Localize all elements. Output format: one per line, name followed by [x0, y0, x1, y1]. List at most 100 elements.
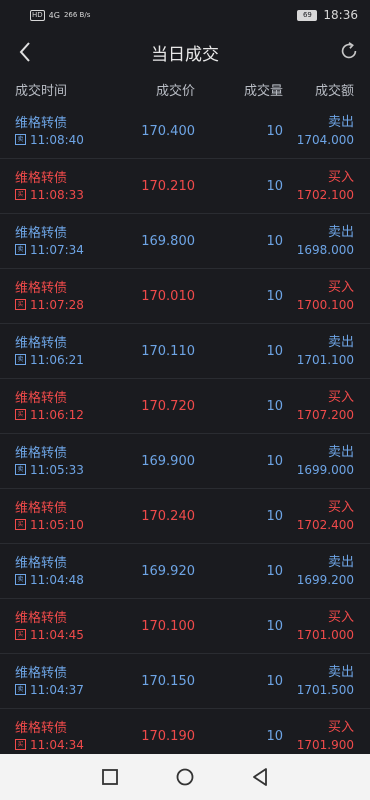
- page-title: 当日成交: [151, 44, 219, 65]
- back-icon[interactable]: [14, 40, 38, 64]
- row-amount-cell: 卖出 1704.000: [283, 114, 354, 148]
- table-row[interactable]: 维格转债 卖 11:04:37 170.150 10 卖出 1701.500: [0, 654, 370, 709]
- time-line: 买 11:05:10: [15, 517, 120, 533]
- security-name: 维格转债: [15, 225, 68, 241]
- table-row[interactable]: 维格转债 卖 11:07:34 169.800 10 卖出 1698.000: [0, 214, 370, 269]
- table-row[interactable]: 维格转债 卖 11:08:40 170.400 10 卖出 1704.000: [0, 104, 370, 159]
- status-bar: HD 4G 266 B/s 69 18:36: [0, 0, 370, 30]
- trade-amount: 1701.900: [296, 738, 354, 752]
- trade-type-icon: 卖: [15, 574, 26, 585]
- trade-price: 170.010: [141, 288, 195, 304]
- time-line: 卖 11:04:37: [15, 682, 120, 698]
- trade-price: 169.800: [141, 233, 195, 249]
- trade-price: 169.900: [141, 453, 195, 469]
- row-time-cell: 维格转债 买 11:05:10: [15, 500, 120, 533]
- security-name: 维格转债: [15, 500, 68, 516]
- row-time-cell: 维格转债 买 11:08:33: [15, 170, 120, 203]
- trade-time: 11:06:12: [30, 407, 84, 422]
- time-line: 买 11:04:34: [15, 737, 120, 753]
- row-amount-cell: 卖出 1701.500: [283, 664, 354, 698]
- trade-side: 卖出: [327, 665, 354, 680]
- trade-side: 买入: [327, 610, 354, 625]
- time-line: 卖 11:08:40: [15, 132, 120, 148]
- trade-amount: 1704.000: [296, 133, 354, 147]
- trade-amount: 1701.000: [296, 628, 354, 642]
- trade-price: 170.110: [141, 343, 195, 359]
- trade-time: 11:08:33: [30, 187, 84, 202]
- recent-apps-icon[interactable]: [102, 769, 118, 785]
- trade-side: 买入: [327, 720, 354, 735]
- trade-time: 11:08:40: [30, 132, 84, 147]
- table-row[interactable]: 维格转债 买 11:07:28 170.010 10 买入 1700.100: [0, 269, 370, 324]
- security-name: 维格转债: [15, 665, 68, 681]
- trade-side: 买入: [327, 280, 354, 295]
- row-amount-cell: 卖出 1699.200: [283, 554, 354, 588]
- battery-icon: 69: [297, 9, 318, 21]
- table-row[interactable]: 维格转债 卖 11:04:48 169.920 10 卖出 1699.200: [0, 544, 370, 599]
- trade-time: 11:07:34: [30, 242, 84, 257]
- row-amount-cell: 买入 1702.100: [283, 169, 354, 203]
- trade-price: 170.240: [141, 508, 195, 524]
- security-name: 维格转债: [15, 555, 68, 571]
- trade-type-icon: 买: [15, 629, 26, 640]
- time-line: 卖 11:06:21: [15, 352, 120, 368]
- security-name: 维格转债: [15, 280, 68, 296]
- time-line: 卖 11:04:48: [15, 572, 120, 588]
- trade-qty: 10: [266, 233, 283, 249]
- trade-time: 11:04:48: [30, 572, 84, 587]
- trade-amount: 1701.500: [296, 683, 354, 697]
- trade-side: 买入: [327, 390, 354, 405]
- table-row[interactable]: 维格转债 买 11:06:12 170.720 10 买入 1707.200: [0, 379, 370, 434]
- trade-qty: 10: [266, 288, 283, 304]
- row-time-cell: 维格转债 卖 11:08:40: [15, 115, 120, 148]
- table-row[interactable]: 维格转债 卖 11:06:21 170.110 10 卖出 1701.100: [0, 324, 370, 379]
- nav-bar: 当日成交: [0, 30, 370, 74]
- trade-amount: 1702.400: [296, 518, 354, 532]
- table-row[interactable]: 维格转债 买 11:08:33 170.210 10 买入 1702.100: [0, 159, 370, 214]
- refresh-icon[interactable]: [338, 40, 360, 62]
- row-amount-cell: 卖出 1699.000: [283, 444, 354, 478]
- trade-amount: 1701.100: [296, 353, 354, 367]
- trade-time: 11:04:34: [30, 737, 84, 752]
- time-line: 买 11:06:12: [15, 407, 120, 423]
- signal-icon: 4G: [48, 10, 60, 20]
- trade-type-icon: 买: [15, 189, 26, 200]
- trade-side: 买入: [327, 170, 354, 185]
- time-line: 买 11:07:28: [15, 297, 120, 313]
- trade-qty: 10: [266, 398, 283, 414]
- trade-side: 卖出: [327, 225, 354, 240]
- security-name: 维格转债: [15, 115, 68, 131]
- trade-type-icon: 卖: [15, 464, 26, 475]
- row-time-cell: 维格转债 卖 11:04:37: [15, 665, 120, 698]
- trade-side: 卖出: [327, 555, 354, 570]
- row-amount-cell: 买入 1701.900: [283, 719, 354, 753]
- table-row[interactable]: 维格转债 卖 11:05:33 169.900 10 卖出 1699.000: [0, 434, 370, 489]
- table-row[interactable]: 维格转债 买 11:04:45 170.100 10 买入 1701.000: [0, 599, 370, 654]
- home-icon[interactable]: [176, 768, 194, 786]
- trade-list[interactable]: 维格转债 卖 11:08:40 170.400 10 卖出 1704.000 维…: [0, 104, 370, 764]
- security-name: 维格转债: [15, 335, 68, 351]
- header-qty: 成交量: [243, 83, 283, 99]
- trade-qty: 10: [266, 508, 283, 524]
- row-amount-cell: 买入 1702.400: [283, 499, 354, 533]
- time-line: 卖 11:05:33: [15, 462, 120, 478]
- trade-amount: 1707.200: [296, 408, 354, 422]
- trade-type-icon: 买: [15, 299, 26, 310]
- security-name: 维格转债: [15, 720, 68, 736]
- back-nav-icon[interactable]: [252, 768, 268, 786]
- row-time-cell: 维格转债 买 11:04:45: [15, 610, 120, 643]
- row-time-cell: 维格转债 卖 11:05:33: [15, 445, 120, 478]
- trade-time: 11:05:33: [30, 462, 84, 477]
- trade-side: 卖出: [327, 335, 354, 350]
- trade-qty: 10: [266, 453, 283, 469]
- table-row[interactable]: 维格转债 买 11:05:10 170.240 10 买入 1702.400: [0, 489, 370, 544]
- row-amount-cell: 卖出 1701.100: [283, 334, 354, 368]
- trade-price: 170.210: [141, 178, 195, 194]
- trade-qty: 10: [266, 178, 283, 194]
- clock: 18:36: [323, 8, 358, 22]
- trade-qty: 10: [266, 673, 283, 689]
- trade-type-icon: 卖: [15, 244, 26, 255]
- hd-badge: HD: [30, 9, 45, 21]
- trade-type-icon: 买: [15, 519, 26, 530]
- row-time-cell: 维格转债 买 11:07:28: [15, 280, 120, 313]
